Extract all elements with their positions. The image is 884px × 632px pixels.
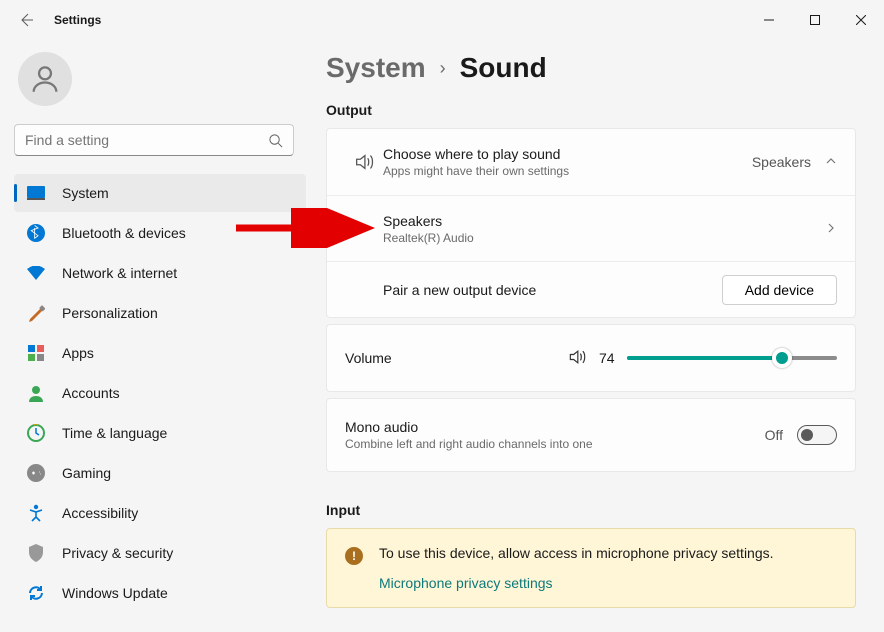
mono-state: Off — [765, 427, 783, 443]
gaming-icon — [27, 464, 45, 482]
nav-item-privacy[interactable]: Privacy & security — [14, 534, 306, 572]
nav-item-time[interactable]: Time & language — [14, 414, 306, 452]
speaker-icon — [345, 151, 383, 173]
volume-slider[interactable] — [627, 349, 837, 367]
system-icon — [27, 186, 45, 200]
nav-label: System — [62, 185, 109, 201]
user-avatar[interactable] — [18, 52, 72, 106]
chevron-right-icon — [825, 221, 837, 237]
search-input[interactable] — [25, 132, 268, 148]
arrow-left-icon — [18, 12, 34, 28]
speakers-title: Speakers — [383, 213, 825, 229]
mono-title: Mono audio — [345, 419, 765, 435]
input-heading: Input — [326, 502, 856, 518]
shield-icon — [28, 544, 44, 562]
nav-label: Privacy & security — [62, 545, 173, 561]
choose-value: Speakers — [752, 154, 811, 170]
notice-text: To use this device, allow access in micr… — [379, 545, 774, 561]
wifi-icon — [27, 266, 45, 280]
add-device-button[interactable]: Add device — [722, 275, 837, 305]
nav-label: Bluetooth & devices — [62, 225, 186, 241]
chevron-right-icon: › — [440, 58, 446, 79]
output-heading: Output — [326, 102, 856, 118]
volume-value: 74 — [599, 350, 615, 366]
search-icon — [268, 133, 283, 148]
nav-item-accounts[interactable]: Accounts — [14, 374, 306, 412]
mono-audio-row: Mono audio Combine left and right audio … — [327, 399, 855, 471]
breadcrumb-parent[interactable]: System — [326, 52, 426, 84]
nav-item-bluetooth[interactable]: Bluetooth & devices — [14, 214, 306, 252]
close-icon — [856, 15, 866, 25]
nav-item-apps[interactable]: Apps — [14, 334, 306, 372]
back-button[interactable] — [8, 2, 44, 38]
breadcrumb: System › Sound — [326, 52, 856, 84]
volume-row: Volume 74 — [327, 325, 855, 391]
nav-item-personalization[interactable]: Personalization — [14, 294, 306, 332]
bluetooth-icon — [27, 224, 45, 242]
account-icon — [27, 384, 45, 402]
speakers-row[interactable]: Speakers Realtek(R) Audio — [327, 195, 855, 261]
privacy-notice: ! To use this device, allow access in mi… — [326, 528, 856, 608]
nav-label: Network & internet — [62, 265, 177, 281]
nav-label: Time & language — [62, 425, 167, 441]
volume-mute-icon[interactable] — [567, 347, 587, 370]
search-box[interactable] — [14, 124, 294, 156]
minimize-icon — [764, 15, 774, 25]
close-button[interactable] — [838, 4, 884, 36]
pair-title: Pair a new output device — [383, 282, 722, 298]
maximize-icon — [810, 15, 820, 25]
mono-sub: Combine left and right audio channels in… — [345, 437, 765, 451]
breadcrumb-current: Sound — [460, 52, 547, 84]
minimize-button[interactable] — [746, 4, 792, 36]
nav-label: Windows Update — [62, 585, 168, 601]
window-title: Settings — [54, 13, 101, 27]
choose-output-row[interactable]: Choose where to play sound Apps might ha… — [327, 129, 855, 195]
nav-label: Personalization — [62, 305, 158, 321]
choose-title: Choose where to play sound — [383, 146, 752, 162]
nav-item-network[interactable]: Network & internet — [14, 254, 306, 292]
clock-icon — [27, 424, 45, 442]
pair-device-row: Pair a new output device Add device — [327, 261, 855, 317]
speakers-sub: Realtek(R) Audio — [383, 231, 825, 245]
paint-icon — [27, 304, 45, 322]
apps-icon — [28, 345, 44, 361]
nav-item-accessibility[interactable]: Accessibility — [14, 494, 306, 532]
nav-item-system[interactable]: System — [14, 174, 306, 212]
choose-sub: Apps might have their own settings — [383, 164, 752, 178]
mono-toggle[interactable] — [797, 425, 837, 445]
person-icon — [28, 62, 62, 96]
nav-item-gaming[interactable]: Gaming — [14, 454, 306, 492]
update-icon — [27, 584, 45, 602]
chevron-up-icon — [825, 154, 837, 170]
nav-item-update[interactable]: Windows Update — [14, 574, 306, 612]
maximize-button[interactable] — [792, 4, 838, 36]
mic-privacy-link[interactable]: Microphone privacy settings — [379, 575, 774, 591]
info-icon: ! — [345, 547, 363, 565]
nav-label: Gaming — [62, 465, 111, 481]
nav-label: Accessibility — [62, 505, 138, 521]
volume-label: Volume — [345, 350, 392, 366]
accessibility-icon — [27, 504, 45, 522]
nav-label: Apps — [62, 345, 94, 361]
nav-label: Accounts — [62, 385, 120, 401]
